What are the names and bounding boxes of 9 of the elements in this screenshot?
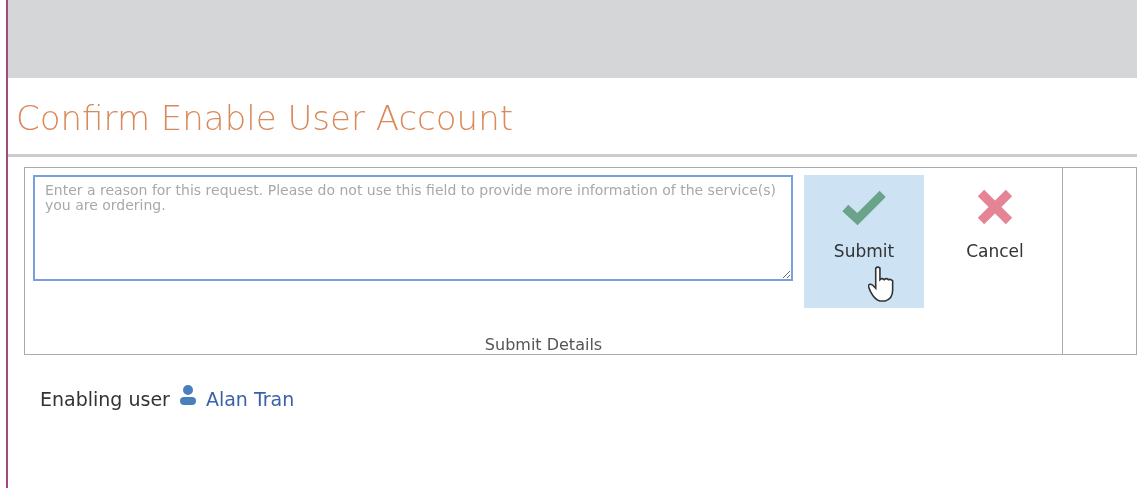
person-icon: [179, 385, 196, 405]
hand-cursor-icon: [868, 266, 894, 302]
reason-field[interactable]: Enter a reason for this request. Please do not use this field to provide more information of the service(s) you are ordering.: [33, 175, 793, 281]
ribbon-button[interactable]: Cancel: [935, 175, 1055, 308]
page-title: Confirm Enable User Account: [16, 97, 515, 140]
enabling-label: Enabling user: [40, 388, 170, 410]
group-label: Submit Details: [483, 335, 604, 354]
user-link[interactable]: Alan Tran: [205, 388, 295, 410]
ribbon-button[interactable]: Submit: [804, 175, 924, 308]
